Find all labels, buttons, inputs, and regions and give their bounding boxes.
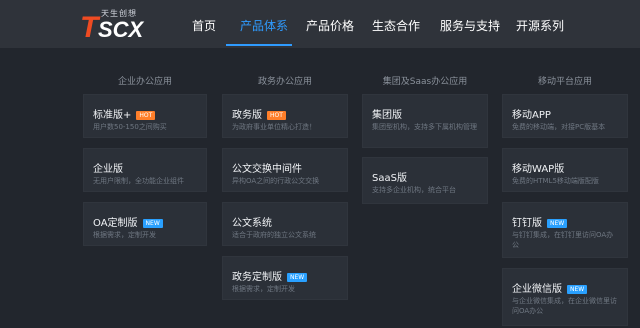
column-title-group-saas: 集团及Saas办公应用 bbox=[382, 77, 468, 87]
new-badge: NEW bbox=[287, 273, 308, 282]
card-title: 企业微信版 bbox=[512, 284, 562, 295]
new-badge: NEW bbox=[142, 219, 163, 228]
hot-badge: HOT bbox=[267, 111, 286, 120]
card-title: 公文交换中间件 bbox=[232, 164, 302, 175]
product-card-mobile-app[interactable]: 移动APP 免费的移动端，对接PC版基本 bbox=[502, 94, 628, 138]
product-card-enterprise[interactable]: 企业版 无用户限制，全功能企业组件 bbox=[83, 148, 207, 192]
card-title: OA定制版 bbox=[93, 218, 138, 229]
card-title: 移动APP bbox=[512, 110, 551, 121]
card-description: 为政府事业单位精心打造！ bbox=[232, 123, 316, 131]
product-card-doc-system[interactable]: 公文系统 适合于政府的独立公文系统 bbox=[222, 202, 348, 246]
product-card-standard-plus[interactable]: 标准版+ HOT 用户数50-150之间购买 bbox=[83, 94, 207, 138]
product-card-mobile-wap[interactable]: 移动WAP版 免费的HTML5移动端版配版 bbox=[502, 148, 628, 192]
card-title: 企业版 bbox=[93, 164, 123, 175]
card-description: 支持多企业机构，统合平台 bbox=[372, 186, 456, 194]
card-description: 与企业微信集成，在企业微信里访问OA办公 bbox=[512, 297, 617, 315]
top-nav-bar: T SCX 天生创想 首页 产品体系 产品价格 生态合作 服务与支持 开源系列 bbox=[0, 0, 640, 48]
product-card-dingtalk[interactable]: 钉钉版 NEW 与钉钉集成，在钉钉里访问OA办公 bbox=[502, 202, 628, 258]
product-card-government-custom[interactable]: 政务定制版 NEW 根据需求，定制开发 bbox=[222, 256, 348, 300]
nav-pricing[interactable]: 产品价格 bbox=[306, 17, 354, 34]
hot-badge: HOT bbox=[136, 111, 156, 120]
column-title-government: 政务办公应用 bbox=[257, 77, 312, 87]
card-description: 与钉钉集成，在钉钉里访问OA办公 bbox=[512, 231, 614, 249]
column-title-enterprise: 企业办公应用 bbox=[117, 77, 172, 87]
card-description: 用户数50-150之间购买 bbox=[93, 123, 167, 131]
card-description: 适合于政府的独立公文系统 bbox=[232, 231, 316, 239]
card-title: 政务定制版 bbox=[232, 272, 282, 283]
card-description: 免费的移动端，对接PC版基本 bbox=[512, 123, 606, 131]
new-badge: NEW bbox=[567, 285, 588, 294]
new-badge: NEW bbox=[547, 219, 568, 228]
column-title-mobile: 移动平台应用 bbox=[537, 77, 592, 87]
card-title: 钉钉版 bbox=[512, 218, 542, 229]
card-title: 移动WAP版 bbox=[512, 164, 565, 175]
nav-home[interactable]: 首页 bbox=[192, 17, 216, 34]
card-title: 公文系统 bbox=[232, 218, 272, 229]
card-title: 标准版+ bbox=[93, 110, 132, 121]
card-description: 无用户限制，全功能企业组件 bbox=[93, 177, 184, 185]
product-card-oa-custom[interactable]: OA定制版 NEW 根据需求，定制开发 bbox=[83, 202, 207, 246]
card-description: 异构OA之间的行政公文交换 bbox=[232, 177, 320, 185]
product-card-government[interactable]: 政务版 HOT 为政府事业单位精心打造！ bbox=[222, 94, 348, 138]
product-card-doc-exchange[interactable]: 公文交换中间件 异构OA之间的行政公文交换 bbox=[222, 148, 348, 192]
card-title: 政务版 bbox=[232, 110, 262, 121]
nav-services[interactable]: 服务与支持 bbox=[440, 17, 500, 34]
nav-products[interactable]: 产品体系 bbox=[240, 17, 288, 34]
product-card-wecom[interactable]: 企业微信版 NEW 与企业微信集成，在企业微信里访问OA办公 bbox=[502, 268, 628, 326]
svg-text:SCX: SCX bbox=[98, 17, 145, 42]
nav-active-indicator bbox=[226, 44, 292, 46]
product-card-group[interactable]: 集团版 集团型机构，支持多下属机构管理 bbox=[362, 94, 488, 148]
card-description: 根据需求，定制开发 bbox=[232, 285, 295, 293]
card-title: SaaS版 bbox=[372, 173, 407, 184]
brand-tagline: 天生创想 bbox=[101, 9, 137, 18]
card-title: 集团版 bbox=[372, 110, 402, 121]
product-card-saas[interactable]: SaaS版 支持多企业机构，统合平台 bbox=[362, 157, 488, 204]
card-description: 集团型机构，支持多下属机构管理 bbox=[372, 123, 477, 131]
card-description: 根据需求，定制开发 bbox=[93, 231, 156, 239]
card-description: 免费的HTML5移动端版配版 bbox=[512, 177, 599, 185]
nav-ecosystem[interactable]: 生态合作 bbox=[372, 17, 420, 34]
nav-opensource[interactable]: 开源系列 bbox=[516, 17, 564, 34]
